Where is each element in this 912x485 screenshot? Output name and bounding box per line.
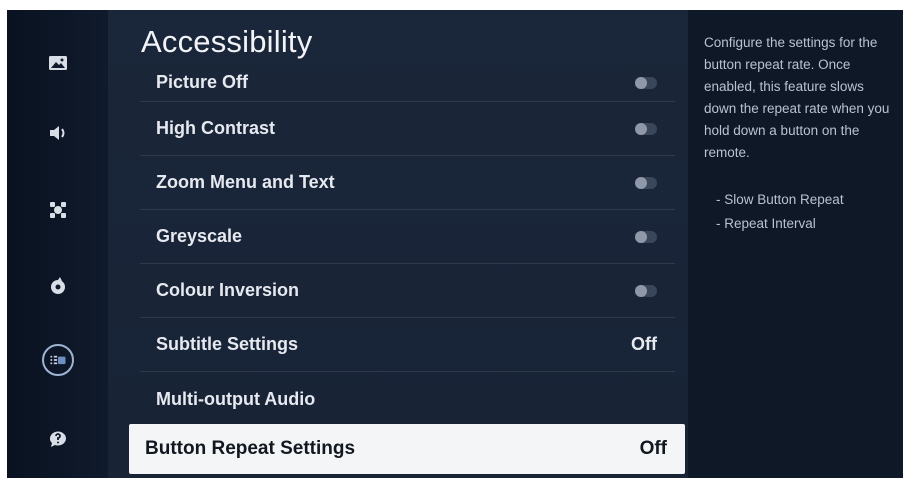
description-text: Configure the settings for the button re… <box>704 35 890 160</box>
page-title: Accessibility <box>141 24 313 59</box>
sidebar-item-sound[interactable] <box>7 105 108 161</box>
list-item-button-repeat-settings[interactable]: Button Repeat Settings Off <box>129 424 685 474</box>
toggle-switch[interactable] <box>635 76 657 89</box>
settings-sidebar <box>7 10 108 478</box>
list-item-label: Zoom Menu and Text <box>156 172 335 192</box>
connection-icon <box>49 202 66 218</box>
sidebar-item-support[interactable] <box>7 411 108 467</box>
list-item-label: High Contrast <box>156 118 275 138</box>
list-item-zoom-menu[interactable]: Zoom Menu and Text <box>140 156 675 210</box>
list-item-label: Picture Off <box>156 72 249 92</box>
list-item-greyscale[interactable]: Greyscale <box>140 210 675 264</box>
sidebar-item-accessibility[interactable] <box>7 332 108 388</box>
accessibility-icon <box>50 355 65 365</box>
list-item-label: Greyscale <box>156 226 243 246</box>
list-item-colour-inversion[interactable]: Colour Inversion <box>140 264 675 318</box>
list-item-picture-off[interactable]: Picture Off <box>140 72 675 102</box>
list-item-value: Off <box>631 334 657 354</box>
toggle-switch[interactable] <box>635 230 657 243</box>
active-indicator-ring <box>41 344 74 376</box>
support-icon <box>49 431 66 447</box>
description-option: - Slow Button Repeat <box>716 192 844 207</box>
sidebar-item-connection[interactable] <box>7 182 108 238</box>
list-item-high-contrast[interactable]: High Contrast <box>140 102 675 156</box>
tv-screen: Accessibility Picture Off High Contrast … <box>7 10 903 478</box>
description-option: - Repeat Interval <box>716 216 816 231</box>
list-item-value: Off <box>639 438 667 459</box>
picture-icon <box>48 56 67 70</box>
toggle-switch[interactable] <box>635 122 657 135</box>
list-item-subtitle-settings[interactable]: Subtitle Settings Off <box>140 318 675 372</box>
general-icon <box>50 277 65 294</box>
sidebar-item-picture[interactable] <box>7 35 108 91</box>
toggle-switch[interactable] <box>635 176 657 189</box>
list-item-label: Button Repeat Settings <box>145 438 356 459</box>
list-item-label: Multi-output Audio <box>156 388 316 409</box>
sidebar-item-general[interactable] <box>7 259 108 315</box>
settings-panel: Accessibility Picture Off High Contrast … <box>108 10 688 478</box>
list-item-multi-output-audio[interactable]: Multi-output Audio <box>140 372 675 426</box>
toggle-switch[interactable] <box>635 284 657 297</box>
sound-icon <box>49 126 64 140</box>
description-pane: Configure the settings for the button re… <box>688 10 903 478</box>
list-item-label: Colour Inversion <box>156 280 300 300</box>
description-options: - Slow Button Repeat - Repeat Interval <box>716 188 896 236</box>
list-item-label: Subtitle Settings <box>156 334 299 354</box>
